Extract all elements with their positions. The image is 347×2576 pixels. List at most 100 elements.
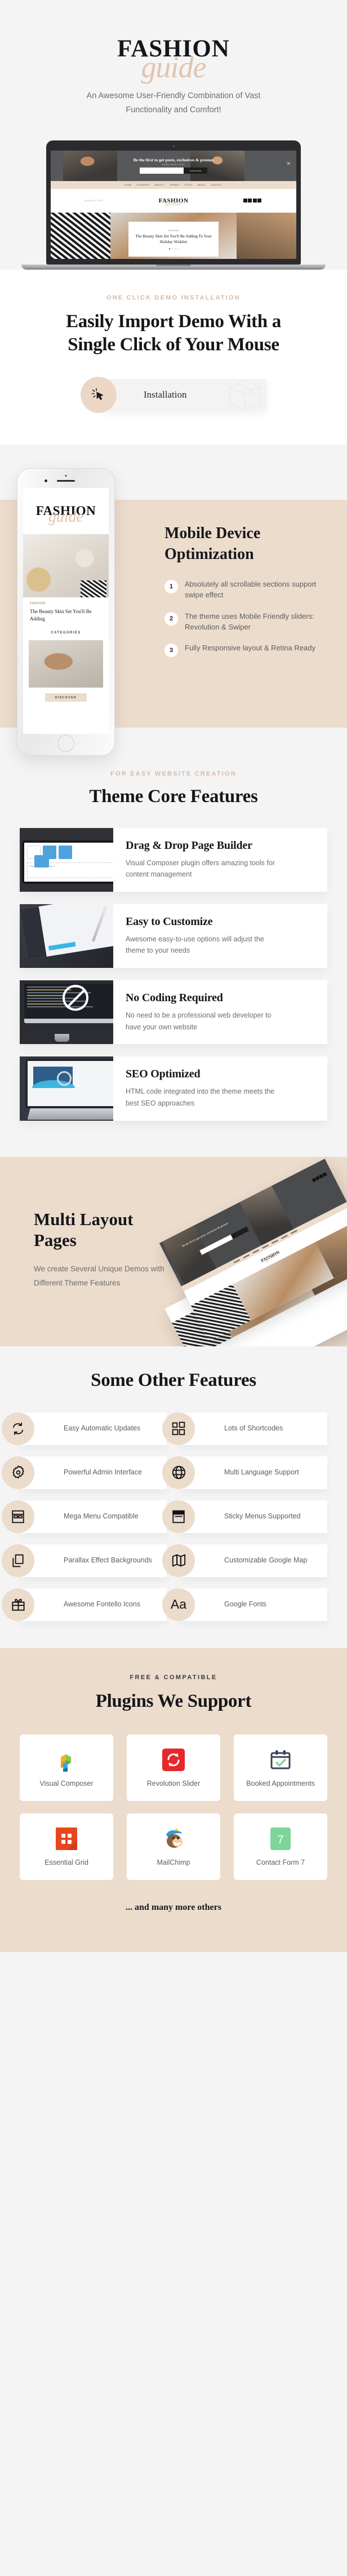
promo-title: Be the first to get posts, exclusives & … <box>133 157 214 163</box>
core-features-section: FOR EASY WEBSITE CREATION Theme Core Fea… <box>0 760 347 1157</box>
plugin-card[interactable]: Visual Composer <box>20 1734 113 1801</box>
phone-hero-stripes <box>81 580 106 598</box>
tablet-seo-chart-image <box>20 1056 113 1121</box>
instagram-icon[interactable] <box>252 199 257 203</box>
other-features-title: Some Other Features <box>91 1370 256 1390</box>
feature-title: SEO Optimized <box>126 1068 201 1081</box>
preview-search-label[interactable]: SEARCH A POST <box>84 200 104 202</box>
nav-item-home[interactable]: HOME <box>124 184 132 186</box>
feature-card[interactable]: Drag here to add widgets Drag & Drop Pag… <box>20 827 327 892</box>
hero-section: FASHION guide An Awesome User-Friendly C… <box>0 0 347 270</box>
package-box-icon <box>229 380 261 411</box>
feature-tile[interactable]: Mega Menu Compatible <box>2 1500 167 1533</box>
phone-home-button[interactable] <box>57 735 74 752</box>
feature-tile-label: Powerful Admin Interface <box>64 1468 142 1477</box>
preview-image-stripes <box>51 212 111 259</box>
preview-logo-script: guide <box>165 198 182 207</box>
close-icon[interactable]: ✕ <box>286 161 291 167</box>
nav-item-contact[interactable]: CONTACT <box>211 184 222 186</box>
mobile-copy: Mobile Device Optimization 1 Absolutely … <box>164 523 347 668</box>
feature-tile-label: Multi Language Support <box>224 1468 299 1477</box>
plugin-card[interactable]: Essential Grid <box>20 1813 113 1880</box>
feature-tile[interactable]: Customizable Google Map <box>162 1544 327 1577</box>
feature-tile[interactable]: Multi Language Support <box>162 1456 327 1489</box>
svg-text:7: 7 <box>277 1834 283 1846</box>
core-title: Theme Core Features <box>89 786 258 807</box>
brand-primary-text: FASHION <box>117 36 230 62</box>
demo-eyebrow: ONE CLICK DEMO INSTALLATION <box>106 294 241 301</box>
typography-aa-icon: Aa <box>162 1588 195 1621</box>
phone-categories-label: CATEGORIES <box>51 631 81 635</box>
feature-tile[interactable]: Sticky Menus Supported <box>162 1500 327 1533</box>
feature-tile[interactable]: Parallax Effect Backgrounds <box>2 1544 167 1577</box>
feature-tile[interactable]: Awesome Fontello Icons <box>2 1588 167 1621</box>
feature-title: Drag & Drop Page Builder <box>126 839 252 852</box>
pinterest-icon[interactable] <box>257 199 261 203</box>
feature-tile[interactable]: Powerful Admin Interface <box>2 1456 167 1489</box>
slider-dot[interactable] <box>177 248 179 249</box>
list-item-text: The theme uses Mobile Friendly sliders: … <box>185 611 314 631</box>
nav-item-about[interactable]: ABOUT <box>198 184 206 186</box>
feature-tile-label: Google Fonts <box>224 1600 267 1609</box>
demo-title: Easily Import Demo With a Single Click o… <box>66 311 281 355</box>
laptop-notch <box>156 264 191 266</box>
slider-dot[interactable] <box>168 248 170 249</box>
facebook-icon[interactable] <box>243 199 247 203</box>
phone-logo: FASHION guide <box>23 488 109 535</box>
slider-dot[interactable] <box>171 248 173 249</box>
promo-photo-left <box>63 150 117 181</box>
plugin-name: MailChimp <box>157 1858 190 1866</box>
nav-item-elements[interactable]: ELEMENTS <box>137 184 150 186</box>
tablet-stylus-image <box>20 904 113 968</box>
phone-logo-script: guide <box>48 508 84 526</box>
imac-code-no-entry-image <box>20 980 113 1045</box>
promo-email-input[interactable] <box>140 168 184 174</box>
plugin-name: Booked Appointments <box>246 1779 315 1787</box>
slider-dot[interactable] <box>174 248 176 249</box>
twitter-icon[interactable] <box>248 199 252 203</box>
plugin-card[interactable]: Revolution Slider <box>127 1734 220 1801</box>
feature-card[interactable]: Easy to Customize Awesome easy-to-use op… <box>20 904 327 968</box>
nav-item-beauty[interactable]: BEAUTY <box>155 184 164 186</box>
promo-photo-right <box>190 150 244 181</box>
feature-desc: Visual Composer plugin offers amazing to… <box>126 858 275 879</box>
multi-layout-section: Multi Layout Pages We create Several Uni… <box>0 1156 347 1346</box>
feature-tile[interactable]: Lots of Shortcodes <box>162 1412 327 1445</box>
refresh-icon <box>2 1412 34 1445</box>
feature-card[interactable]: No Coding Required No need to be a profe… <box>20 980 327 1045</box>
installation-row: Installation <box>81 377 266 413</box>
phone-speaker <box>57 480 75 482</box>
other-features-grid: Easy Automatic Updates Lots of Shortcode… <box>2 1412 327 1621</box>
phone-secondary-image <box>29 640 103 688</box>
feature-desc: Awesome easy-to-use options will adjust … <box>126 935 264 955</box>
plugin-card[interactable]: MailChimp <box>127 1813 220 1880</box>
plugin-card[interactable]: 7 Contact Form 7 <box>234 1813 327 1880</box>
feature-tile[interactable]: Easy Automatic Updates <box>2 1412 167 1445</box>
preview-slider-dots[interactable] <box>168 248 179 249</box>
feature-tile-label: Awesome Fontello Icons <box>64 1600 140 1609</box>
nav-item-trends[interactable]: TRENDS <box>170 184 180 186</box>
installation-button[interactable]: Installation <box>102 379 266 411</box>
phone-post-meta: FASHION The Beauty Skin Set You'll Be Ad… <box>23 597 109 622</box>
feature-tile[interactable]: Aa Google Fonts <box>162 1588 327 1621</box>
core-feature-list: Drag here to add widgets Drag & Drop Pag… <box>20 827 327 1121</box>
preview-post-category: FASHION <box>168 230 179 232</box>
layers-icon <box>2 1544 34 1577</box>
phone-mockup: FASHION guide FASHION The Beauty Skin Se… <box>17 468 115 756</box>
feature-tile-label: Parallax Effect Backgrounds <box>64 1556 152 1565</box>
preview-image-portrait <box>236 212 296 259</box>
feature-card[interactable]: SEO Optimized HTML code integrated into … <box>20 1056 327 1121</box>
nav-item-style[interactable]: STYLE <box>185 184 193 186</box>
promo-subscribe-button[interactable]: SUBSCRIBE <box>184 168 207 174</box>
map-icon <box>162 1544 195 1577</box>
list-item-number: 1 <box>164 580 178 594</box>
brand-logo: FASHION guide <box>0 35 347 87</box>
preview-image-hat: FASHION The Beauty Skin Set You'll Be Ad… <box>110 212 237 259</box>
feature-tile-label: Lots of Shortcodes <box>224 1424 283 1433</box>
phone-discover-button[interactable]: DISCOVER <box>45 693 87 702</box>
list-item-text: Fully Responsive layout & Retina Ready <box>185 644 315 653</box>
preview-post-grid: FASHION The Beauty Skin Set You'll Be Ad… <box>51 212 296 259</box>
feature-desc: HTML code integrated into the theme meet… <box>126 1087 275 1107</box>
list-item: 3 Fully Responsive layout & Retina Ready <box>164 643 337 658</box>
plugin-card[interactable]: Booked Appointments <box>234 1734 327 1801</box>
